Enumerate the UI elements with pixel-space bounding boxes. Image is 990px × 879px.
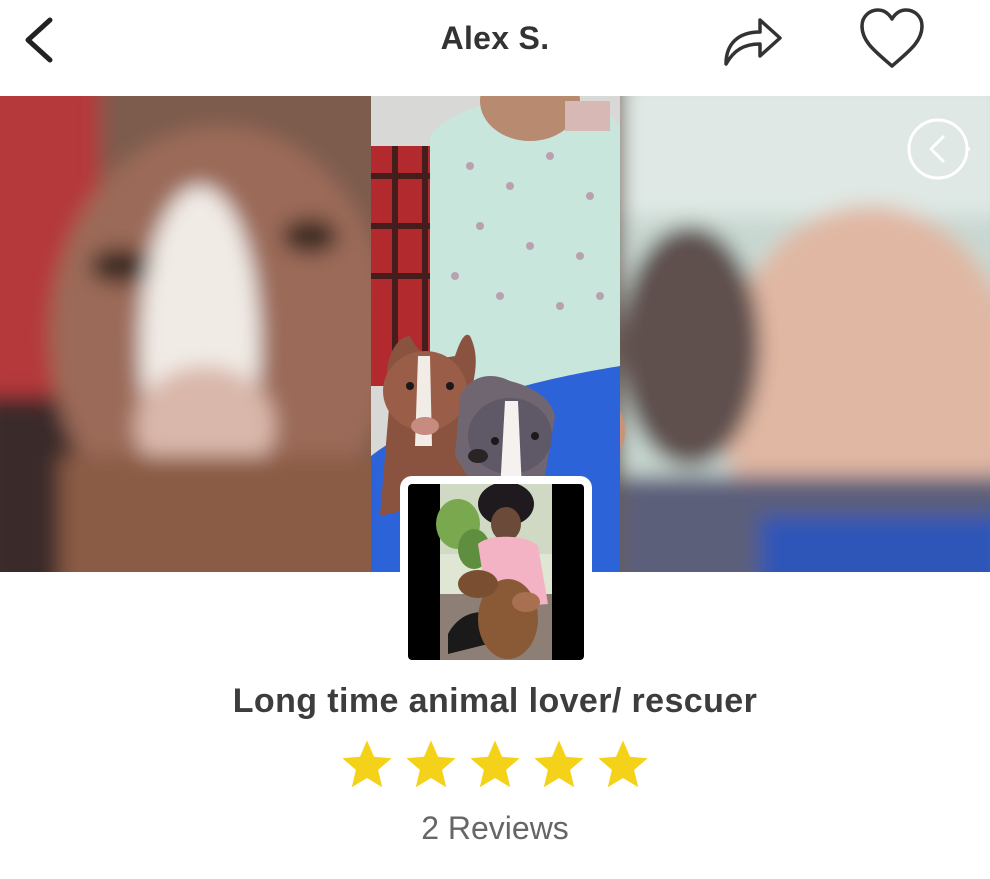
star-icon	[342, 740, 392, 788]
share-button[interactable]	[718, 8, 786, 70]
star-icon	[406, 740, 456, 788]
star-icon	[470, 740, 520, 788]
star-icon	[534, 740, 584, 788]
rating-stars	[0, 736, 990, 794]
gallery-prev-button[interactable]	[906, 117, 970, 181]
profile-avatar[interactable]	[400, 476, 592, 668]
heart-outline-icon	[860, 8, 924, 68]
profile-photo	[408, 484, 584, 660]
share-arrow-icon	[724, 18, 782, 66]
chevron-left-circle-icon	[907, 118, 970, 180]
favorite-button[interactable]	[856, 6, 928, 72]
gallery-photo-left	[0, 96, 390, 572]
reviews-link[interactable]: 2 Reviews	[0, 810, 990, 847]
page-title: Alex S.	[440, 20, 550, 56]
avatar-image	[408, 484, 584, 660]
star-icon	[598, 740, 648, 788]
app-header: Alex S.	[0, 0, 990, 96]
profile-tagline: Long time animal lover/ rescuer	[232, 682, 758, 720]
